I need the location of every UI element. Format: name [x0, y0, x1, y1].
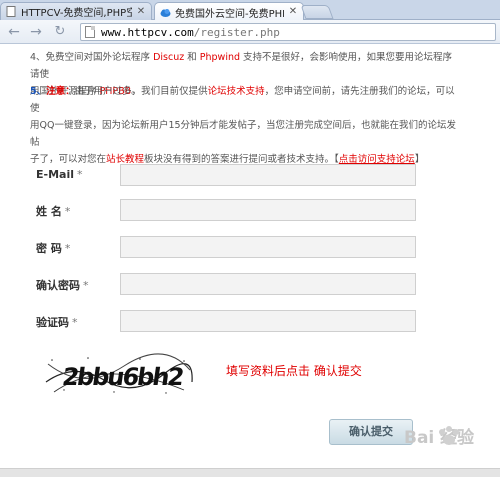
- address-bar[interactable]: www.httpcv.com/register.php: [80, 23, 496, 41]
- name-row: 姓 名 *: [36, 199, 436, 223]
- captcha-field[interactable]: [120, 310, 416, 332]
- new-tab-button[interactable]: [300, 5, 334, 19]
- email-row: E-Mail *: [36, 164, 436, 188]
- right-margin: [460, 45, 500, 468]
- page-favicon-icon: [6, 6, 16, 17]
- tab-strip: HTTPCV-免费空间,PHP空间 ✕ 免费国外云空间-免费PHP空间 ✕: [0, 0, 500, 21]
- confirm-password-label: 确认密码 *: [36, 279, 89, 292]
- register-panel: 4、免费空间对国外论坛程序 Discuz 和 Phpwind 支持不是很好，会影…: [0, 45, 460, 477]
- tab-title: 免费国外云空间-免费PHP空间: [175, 8, 284, 20]
- email-field[interactable]: [120, 164, 416, 186]
- page-content: 4、免费空间对国外论坛程序 Discuz 和 Phpwind 支持不是很好，会影…: [0, 45, 500, 477]
- close-tab-icon[interactable]: ✕: [288, 7, 298, 17]
- forward-arrow-icon[interactable]: →: [28, 24, 44, 40]
- captcha-text: 2bbu6bh2: [61, 363, 185, 391]
- password-row: 密 码 *: [36, 236, 436, 260]
- confirm-password-field[interactable]: [120, 273, 416, 295]
- baidu-logo-icon: Bai 经验: [404, 426, 475, 448]
- cloud-icon: [160, 8, 171, 17]
- svg-text:Bai 经验: Bai 经验: [404, 427, 475, 448]
- tab-title: HTTPCV-免费空间,PHP空间: [21, 8, 132, 19]
- notice-item-5: 5、注意：由于用户过多，我们目前仅提供论坛技术支持，您申请空间前，请先注册我们的…: [30, 86, 457, 165]
- tab-register[interactable]: 免费国外云空间-免费PHP空间 ✕: [154, 2, 304, 21]
- close-tab-icon[interactable]: ✕: [136, 6, 146, 17]
- submit-button[interactable]: 确认提交: [329, 419, 413, 445]
- captcha-image[interactable]: 2bbu6bh2: [44, 352, 194, 398]
- confirm-password-row: 确认密码 *: [36, 273, 436, 297]
- reload-icon[interactable]: ↻: [52, 24, 68, 40]
- password-field[interactable]: [120, 236, 416, 258]
- page-icon: [85, 26, 95, 38]
- captcha-row: 验证码 *: [36, 310, 436, 334]
- browser-toolbar: ← → ↻ www.httpcv.com/register.php: [0, 20, 500, 44]
- tab-httpcv[interactable]: HTTPCV-免费空间,PHP空间 ✕: [0, 2, 152, 20]
- name-label: 姓 名 *: [36, 205, 71, 218]
- status-bar: [0, 468, 500, 477]
- captcha-label: 验证码 *: [36, 316, 78, 329]
- url-text: www.httpcv.com/register.php: [101, 25, 280, 39]
- email-label: E-Mail *: [36, 168, 83, 181]
- password-label: 密 码 *: [36, 242, 71, 255]
- baidu-watermark: Bai 经验: [404, 423, 490, 453]
- captcha-hint: 填写资料后点击 确认提交: [226, 364, 362, 378]
- back-arrow-icon[interactable]: ←: [6, 24, 22, 40]
- name-field[interactable]: [120, 199, 416, 221]
